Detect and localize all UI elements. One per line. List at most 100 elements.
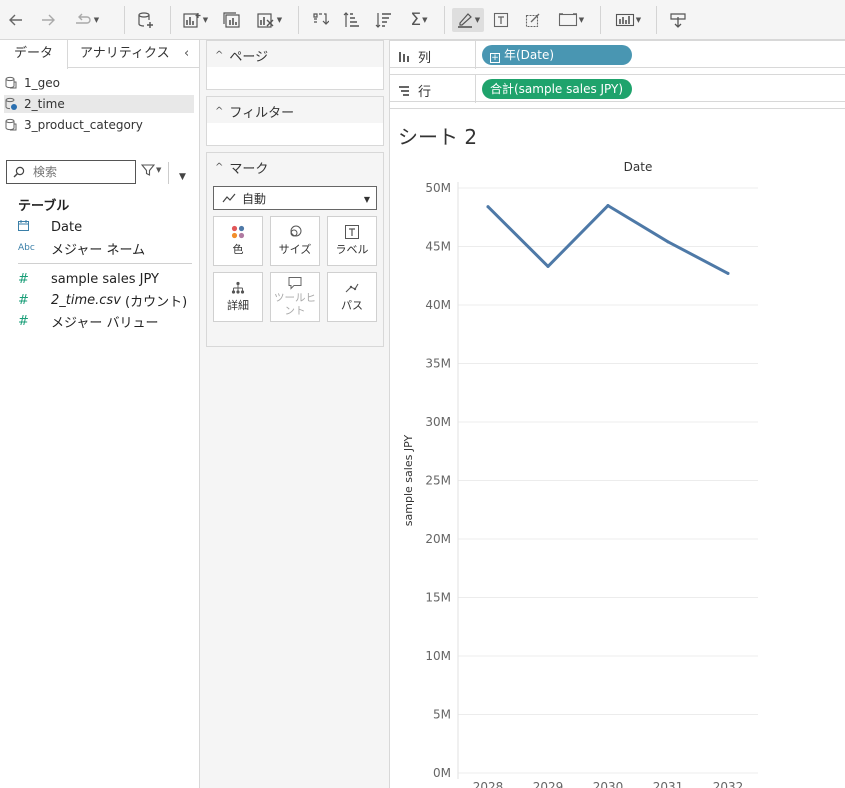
redo-button[interactable] [38,8,58,32]
color-button[interactable]: 色 [213,216,263,266]
fit-button[interactable]: ▼ [554,8,588,32]
rows-label-text: 行 [418,85,432,100]
columns-label-text: 列 [418,51,432,66]
sort-ascending-button[interactable] [340,8,364,32]
swap-rows-columns-button[interactable] [308,8,332,32]
line-chart[interactable]: 0M 5M 10M 15M 20M 25M 30M 35M 40M 45M 50M Date sampl… [390,109,845,788]
toolbar-divider [600,6,601,34]
field-sample-sales-jpy[interactable]: # sample sales JPY [18,270,159,288]
fix-axes-button[interactable] [522,8,544,32]
date-year-pill[interactable]: + 年(Date) [482,45,632,65]
y-tick-label: 35M [425,357,451,371]
field-measure-values[interactable]: # メジャー バリュー [18,312,159,331]
datasource-item-selected[interactable]: 2_time [4,95,194,113]
toolbar-divider [444,6,445,34]
y-tick-label: 5M [433,708,451,722]
chevron-up-icon: ^ [215,106,224,117]
label-button[interactable]: ラベル [327,216,377,266]
y-tick-label: 25M [425,474,451,488]
show-mark-labels-button[interactable] [490,8,512,32]
toolbar-divider [298,6,299,34]
shelves-pane: ^ ページ ^ フィルター ^ マーク 自動 ▼ 色 サイズ ラベル 詳細 ツー… [200,40,390,788]
marks-card-title[interactable]: ^ マーク [215,158,268,177]
x-tick-label: 2028 [473,780,504,788]
mark-type-dropdown[interactable]: 自動 ▼ [213,186,377,210]
filter-fields-button[interactable]: ▼ [141,163,161,177]
divider [168,162,169,184]
bar-chart-icon [615,13,634,27]
x-tick-label: 2031 [653,780,684,788]
field-measure-names[interactable]: Abc メジャー ネーム [18,239,145,258]
show-me-button[interactable]: ▼ [610,8,646,32]
filters-card-title[interactable]: ^ フィルター [215,102,294,121]
field-search-box[interactable] [6,160,136,184]
replay-button[interactable]: ▼ [68,8,104,32]
chevron-left-icon: ‹ [184,46,190,61]
date-pill-label: 年(Date) [504,48,555,62]
duplicate-sheet-button[interactable] [220,8,244,32]
chevron-down-icon: ▼ [363,195,370,204]
sigma-icon: Σ [410,10,422,30]
data-pane: データ アナリティクス ‹ 1_geo 2_time 3_product_cat… [0,40,200,788]
new-worksheet-button[interactable]: ▼ [180,8,210,32]
pages-card-title[interactable]: ^ ページ [215,46,268,65]
datasource-item[interactable]: 3_product_category [4,116,194,134]
series-line [486,204,730,275]
path-label: パス [341,299,363,312]
highlighter-icon [457,13,472,28]
columns-icon [399,51,409,62]
detail-button[interactable]: 詳細 [213,272,263,322]
calendar-icon [18,220,51,234]
path-button[interactable]: パス [327,272,377,322]
detail-tree-icon [231,281,245,294]
path-line-icon [345,283,359,293]
label-label: ラベル [335,243,369,256]
field-record-count[interactable]: # 2_time.csv (カウント) [18,291,187,310]
search-input[interactable] [33,165,129,179]
duplicate-chart-icon [223,12,240,28]
mark-type-value: 自動 [242,191,267,206]
collapse-pane-button[interactable]: ‹ [184,46,189,61]
chevron-down-icon: ▼ [422,16,428,24]
size-button[interactable]: サイズ [270,216,320,266]
chevron-down-icon: ▼ [202,16,209,24]
filters-label: フィルター [229,106,295,121]
tables-heading: テーブル [18,199,70,214]
new-datasource-button[interactable] [134,8,158,32]
totals-button[interactable]: Σ ▼ [404,8,434,32]
toolbar-divider [124,6,125,34]
y-tick-label: 10M [425,649,451,663]
pages-drop-area[interactable] [207,67,383,89]
search-icon [13,166,25,178]
clear-sheet-button[interactable]: ▼ [254,8,284,32]
x-tick-label: 2032 [713,780,744,788]
undo-button[interactable] [6,8,26,32]
field-date[interactable]: Date [18,218,82,236]
pane-menu-button[interactable]: ▼ [179,168,186,182]
filters-card[interactable]: ^ フィルター [206,96,384,146]
field-label: Date [51,219,83,235]
pages-card[interactable]: ^ ページ [206,40,384,90]
color-label: 色 [232,243,244,256]
tab-data[interactable]: データ [0,40,68,69]
datasource-item[interactable]: 1_geo [4,74,194,92]
rows-shelf[interactable]: 行 合計(sample sales JPY) [390,74,845,103]
columns-shelf[interactable]: 列 + 年(Date) [390,40,845,69]
field-label: メジャー バリュー [51,315,159,331]
tooltip-button[interactable]: ツールヒント [270,272,320,322]
sort-descending-button[interactable] [372,8,396,32]
worksheet-area: 列 + 年(Date) 行 合計(sample sales JPY) シート 2 … [390,40,845,788]
y-tick-label: 50M [425,181,451,195]
pane-tabs: データ アナリティクス ‹ [0,40,199,69]
columns-shelf-label: 列 [398,47,431,66]
filters-drop-area[interactable] [207,123,383,145]
highlight-button[interactable]: ▼ [452,8,484,32]
measure-sum-pill[interactable]: 合計(sample sales JPY) [482,79,632,99]
presentation-button[interactable] [666,8,690,32]
pages-label: ページ [229,50,269,65]
number-icon: # [18,292,29,308]
view-canvas[interactable]: シート 2 0M 5M 10M 15M 20M 25M 30M 35M 40M 45M 50M Dat… [390,108,845,788]
tab-analytics[interactable]: アナリティクス [80,40,170,68]
abc-icon: Abc [18,243,35,253]
line-mark-icon [222,193,236,203]
